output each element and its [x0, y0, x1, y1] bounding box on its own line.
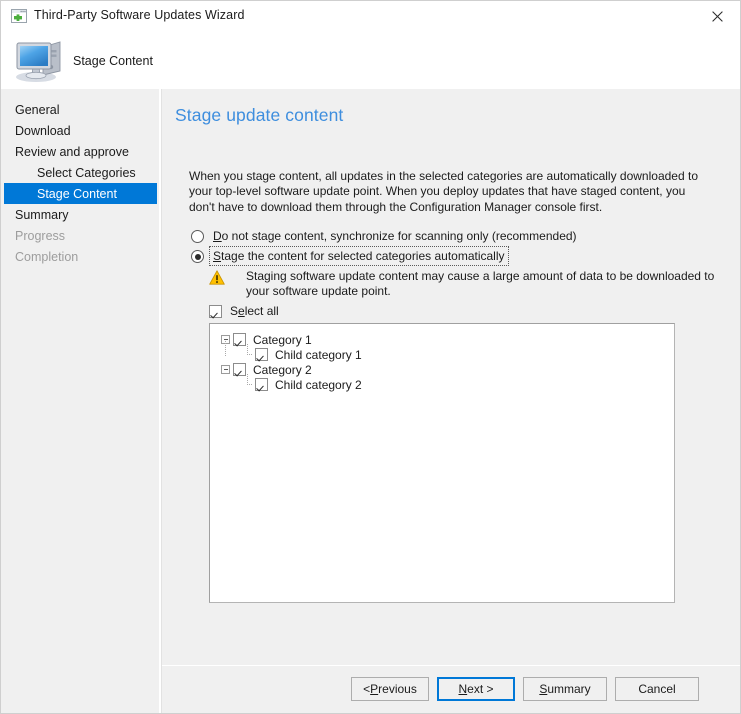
- sidebar-item-review-and-approve[interactable]: Review and approve: [4, 141, 157, 162]
- page-title: Stage update content: [175, 105, 344, 125]
- radio-label: Do not stage content, synchronize for sc…: [213, 229, 577, 243]
- tree-node-label: Child category 2: [275, 377, 362, 392]
- select-all-checkbox[interactable]: Select all: [209, 304, 279, 318]
- sidebar-item-label: Select Categories: [37, 165, 136, 180]
- sidebar-item-label: Summary: [15, 207, 69, 222]
- tree-checkbox[interactable]: [255, 378, 268, 391]
- wizard-banner: Stage Content: [1, 31, 740, 89]
- banner-title: Stage Content: [73, 54, 153, 68]
- collapse-icon[interactable]: [221, 365, 230, 374]
- sidebar-item-download[interactable]: Download: [4, 120, 157, 141]
- wizard-content-pane: Stage update content When you stage cont…: [161, 89, 740, 713]
- next-button[interactable]: Next >: [437, 677, 515, 701]
- radio-mark: [191, 230, 204, 243]
- warning-triangle-icon: [209, 270, 225, 285]
- sidebar-item-label: General: [15, 102, 60, 117]
- wizard-body: General Download Review and approve Select …: [1, 89, 740, 713]
- cancel-button[interactable]: Cancel: [615, 677, 699, 701]
- intro-paragraph: When you stage content, all updates in t…: [189, 169, 698, 214]
- warning-text: Staging software update content may caus…: [246, 269, 715, 299]
- button-bar: < Previous Next > Summary Cancel: [162, 666, 740, 713]
- window-title: Third-Party Software Updates Wizard: [34, 8, 245, 22]
- sidebar-item-completion: Completion: [4, 246, 157, 267]
- accelerator-char: S: [213, 249, 222, 263]
- tree-node[interactable]: Child category 2: [243, 374, 362, 392]
- sidebar-item-label: Review and approve: [15, 144, 129, 159]
- close-icon: [711, 10, 723, 22]
- tree-checkbox[interactable]: [255, 348, 268, 361]
- tree-node[interactable]: Category 2: [221, 362, 312, 377]
- sidebar-item-summary[interactable]: Summary: [4, 204, 157, 225]
- tree-checkbox[interactable]: [233, 363, 246, 376]
- tree-guide-line: [225, 341, 226, 356]
- radio-stage-automatically[interactable]: Stage the content for selected categorie…: [191, 246, 509, 266]
- tree-checkbox[interactable]: [233, 333, 246, 346]
- accelerator-char: P: [370, 682, 379, 696]
- sidebar-item-general[interactable]: General: [4, 99, 157, 120]
- sidebar-item-progress: Progress: [4, 225, 157, 246]
- tree-node-label: Category 1: [253, 332, 312, 347]
- sidebar-item-label: Progress: [15, 228, 66, 243]
- sidebar-item-label: Download: [15, 123, 71, 138]
- previous-button[interactable]: < Previous: [351, 677, 429, 701]
- summary-button[interactable]: Summary: [523, 677, 607, 701]
- select-all-label: Select all: [230, 304, 279, 318]
- accelerator-char: e: [238, 304, 245, 318]
- tree-node-label: Category 2: [253, 362, 312, 377]
- title-bar: Third-Party Software Updates Wizard: [1, 1, 740, 31]
- tree-node-label: Child category 1: [275, 347, 362, 362]
- tree-connector: [243, 374, 253, 389]
- tree-node[interactable]: Child category 1: [243, 344, 362, 362]
- wizard-step-list: General Download Review and approve Select …: [1, 89, 160, 713]
- radio-label: Stage the content for selected categorie…: [209, 246, 509, 266]
- warning-message: Staging software update content may caus…: [209, 269, 717, 300]
- sidebar-item-label: Completion: [15, 249, 79, 264]
- sidebar-item-select-categories[interactable]: Select Categories: [4, 162, 157, 183]
- sidebar-item-label: Stage Content: [37, 186, 117, 201]
- close-button[interactable]: [694, 1, 740, 31]
- tree-connector: [243, 344, 253, 359]
- accelerator-char: S: [539, 682, 548, 696]
- tree-node[interactable]: Category 1: [221, 332, 312, 347]
- computer-icon: [13, 33, 67, 83]
- accelerator-char: D: [213, 229, 222, 243]
- wizard-window-add-icon: [11, 9, 27, 23]
- radio-mark: [191, 250, 204, 263]
- sidebar-item-stage-content[interactable]: Stage Content: [4, 183, 157, 204]
- category-tree[interactable]: Category 1 Child category 1 Category 2 Chil…: [209, 323, 675, 603]
- radio-do-not-stage[interactable]: Do not stage content, synchronize for sc…: [191, 228, 577, 244]
- checkbox-mark: [209, 304, 222, 318]
- wizard-window: Third-Party Software Updates Wizard Stag…: [0, 0, 741, 714]
- accelerator-char: N: [458, 682, 468, 696]
